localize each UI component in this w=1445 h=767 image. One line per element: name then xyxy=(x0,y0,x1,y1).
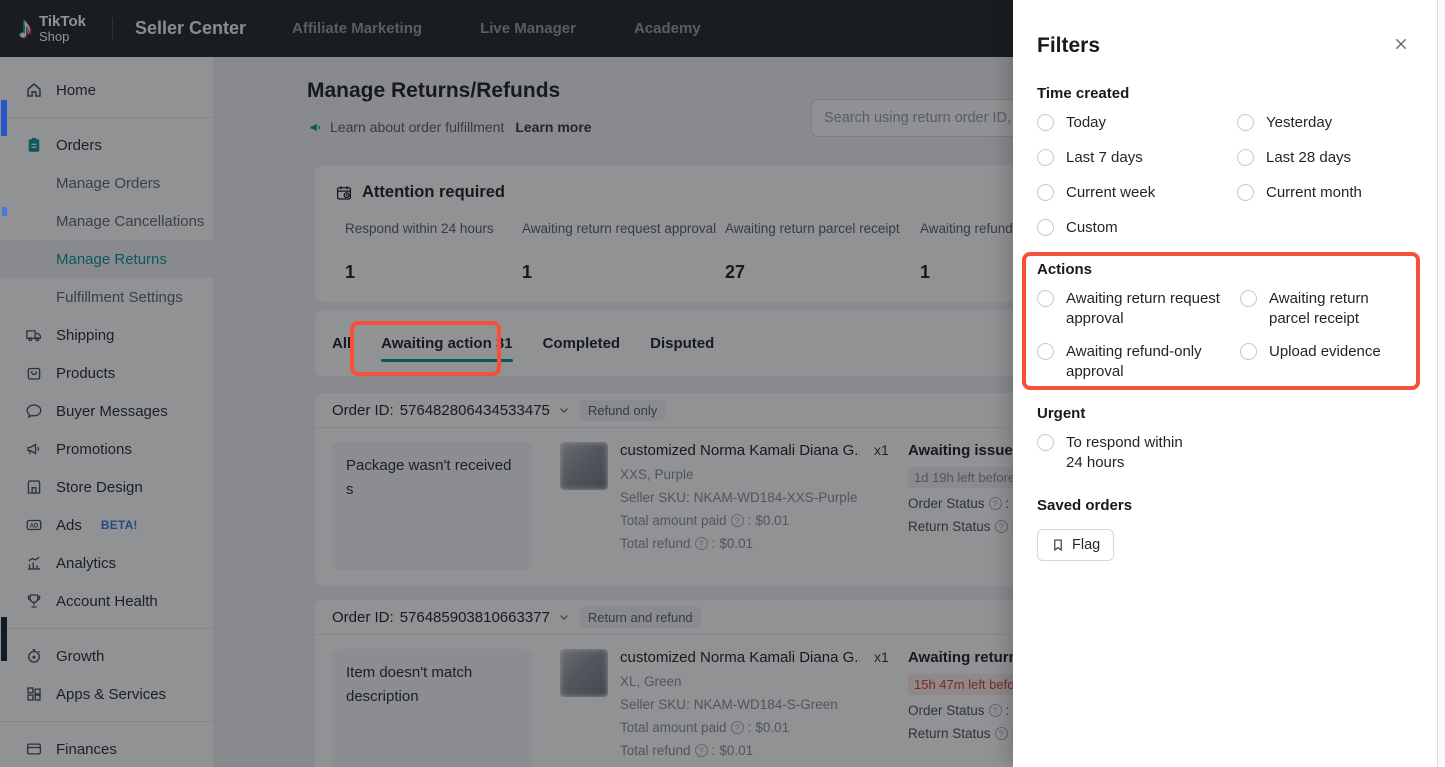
flag-button[interactable]: Flag xyxy=(1037,529,1114,561)
radio-icon[interactable] xyxy=(1037,184,1054,201)
app-window: ♪ TikTok Shop Seller Center Affiliate Ma… xyxy=(0,0,1445,767)
filter-option-awaiting-refund-only-approval[interactable]: Awaiting refund-only approval xyxy=(1037,342,1240,382)
actions-header: Actions xyxy=(1037,261,1092,278)
filter-option-custom[interactable]: Custom xyxy=(1037,218,1237,238)
urgent-header: Urgent xyxy=(1037,405,1085,422)
radio-icon[interactable] xyxy=(1037,219,1054,236)
urgent-options: To respond within 24 hours xyxy=(1037,433,1237,473)
radio-icon[interactable] xyxy=(1237,149,1254,166)
browser-scrollbar[interactable] xyxy=(1437,0,1445,767)
filter-option-respond-within-24-hours[interactable]: To respond within 24 hours xyxy=(1037,433,1237,473)
radio-icon[interactable] xyxy=(1037,114,1054,131)
radio-icon[interactable] xyxy=(1240,343,1257,360)
time-created-header: Time created xyxy=(1037,85,1129,102)
filters-drawer: Filters Time created Today Yesterday Las… xyxy=(1013,0,1437,767)
filter-option-awaiting-return-parcel-receipt[interactable]: Awaiting return parcel receipt xyxy=(1240,289,1413,329)
radio-icon[interactable] xyxy=(1240,290,1257,307)
close-icon[interactable] xyxy=(1393,36,1409,52)
scrollbar-thumb[interactable] xyxy=(1,100,7,136)
filter-option-upload-evidence[interactable]: Upload evidence xyxy=(1240,342,1413,382)
time-created-options: Today Yesterday Last 7 days Last 28 days… xyxy=(1037,113,1413,238)
filter-option-yesterday[interactable]: Yesterday xyxy=(1237,113,1413,133)
filter-option-last-7-days[interactable]: Last 7 days xyxy=(1037,148,1237,168)
saved-orders-header: Saved orders xyxy=(1037,497,1132,514)
radio-icon[interactable] xyxy=(1037,149,1054,166)
filter-option-awaiting-return-request-approval[interactable]: Awaiting return request approval xyxy=(1037,289,1240,329)
bookmark-icon xyxy=(1051,538,1065,552)
radio-icon[interactable] xyxy=(1237,114,1254,131)
filters-title: Filters xyxy=(1037,34,1100,58)
scrollbar-mark xyxy=(2,207,7,216)
actions-options: Awaiting return request approval Awaitin… xyxy=(1037,289,1413,382)
filter-option-current-week[interactable]: Current week xyxy=(1037,183,1237,203)
scrollbar-mark xyxy=(1,617,7,661)
filter-option-current-month[interactable]: Current month xyxy=(1237,183,1413,203)
radio-icon[interactable] xyxy=(1037,343,1054,360)
radio-icon[interactable] xyxy=(1237,184,1254,201)
radio-icon[interactable] xyxy=(1037,290,1054,307)
modal-dim-overlay[interactable] xyxy=(0,0,1013,767)
filter-option-last-28-days[interactable]: Last 28 days xyxy=(1237,148,1413,168)
filter-option-today[interactable]: Today xyxy=(1037,113,1237,133)
radio-icon[interactable] xyxy=(1037,434,1054,451)
